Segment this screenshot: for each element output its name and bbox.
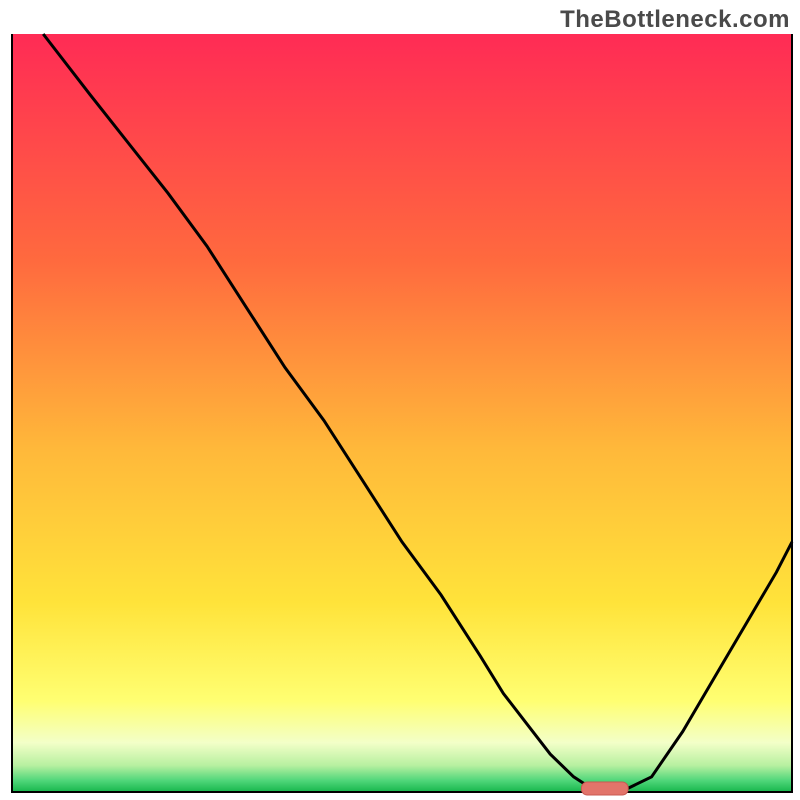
plot-background xyxy=(12,34,792,792)
optimal-marker xyxy=(581,782,628,795)
chart-frame: TheBottleneck.com xyxy=(0,0,800,800)
bottleneck-chart xyxy=(0,0,800,800)
watermark-text: TheBottleneck.com xyxy=(560,6,790,34)
